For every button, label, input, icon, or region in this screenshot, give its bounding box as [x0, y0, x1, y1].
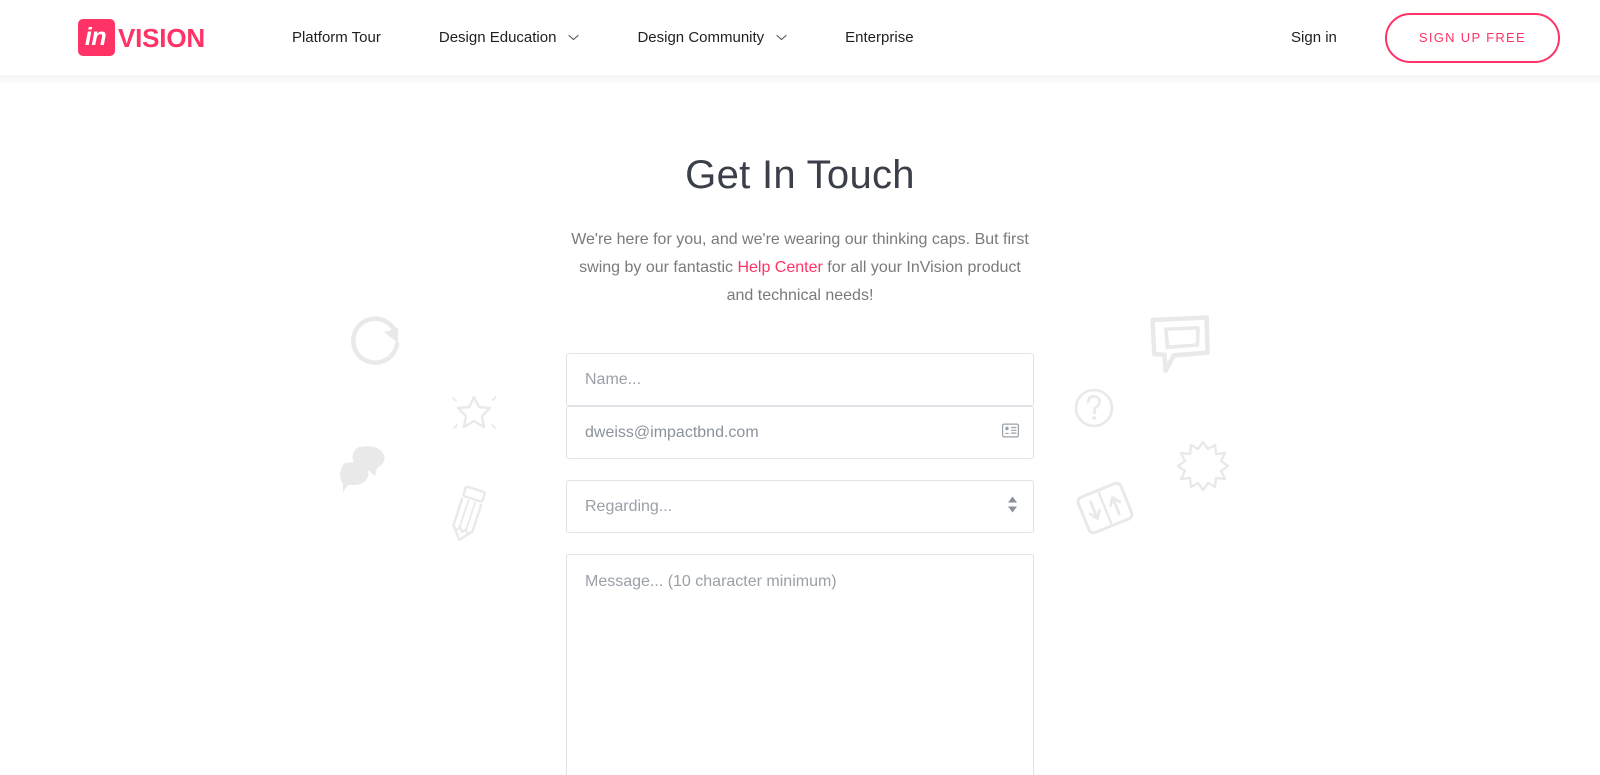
main-nav: Platform Tour Design Education Design Co…: [263, 29, 943, 46]
help-center-link[interactable]: Help Center: [737, 259, 822, 276]
main-content: Get In Touch We're here for you, and we'…: [0, 75, 1600, 775]
speech-bubbles-doodle-icon: [339, 443, 393, 500]
question-mark-doodle-icon: [1073, 387, 1115, 434]
arrows-card-doodle-icon: [1074, 477, 1136, 544]
nav-item-label: Design Education: [438, 29, 557, 46]
chevron-down-icon: [776, 34, 787, 41]
invision-logo[interactable]: in VISION: [78, 19, 205, 56]
contact-form: Regarding...: [566, 353, 1034, 775]
nav-item-platform-tour[interactable]: Platform Tour: [263, 29, 410, 46]
sign-in-link[interactable]: Sign in: [1291, 29, 1337, 46]
email-input[interactable]: [566, 406, 1034, 459]
page-title: Get In Touch: [685, 153, 915, 197]
message-textarea[interactable]: [566, 554, 1034, 775]
nav-item-label: Enterprise: [845, 29, 914, 46]
refresh-doodle-icon: [348, 311, 408, 376]
header-actions: Sign in SIGN UP FREE: [1291, 12, 1560, 63]
logo-mark: in: [78, 19, 115, 56]
chevron-down-icon: [568, 34, 580, 41]
speech-bubble-doodle-icon: [1148, 308, 1218, 383]
page-subtitle: We're here for you, and we're wearing ou…: [565, 226, 1035, 310]
starburst-doodle-icon: [1176, 440, 1230, 497]
nav-item-design-education[interactable]: Design Education: [410, 29, 609, 46]
pencil-doodle-icon: [441, 483, 493, 554]
site-header: in VISION Platform Tour Design Education…: [0, 0, 1600, 85]
name-input[interactable]: [566, 353, 1034, 406]
nav-item-label: Design Community: [637, 29, 765, 46]
sign-up-free-button[interactable]: SIGN UP FREE: [1384, 12, 1560, 63]
nav-item-label: Platform Tour: [291, 29, 381, 46]
star-doodle-icon: [452, 389, 497, 438]
email-field-wrapper: [566, 406, 1034, 459]
nav-item-design-community[interactable]: Design Community: [608, 29, 816, 46]
regarding-select[interactable]: Regarding...: [566, 480, 1034, 533]
nav-item-enterprise[interactable]: Enterprise: [816, 29, 942, 46]
logo-wordmark: VISION: [118, 22, 205, 53]
regarding-field-wrapper: Regarding...: [566, 480, 1034, 533]
